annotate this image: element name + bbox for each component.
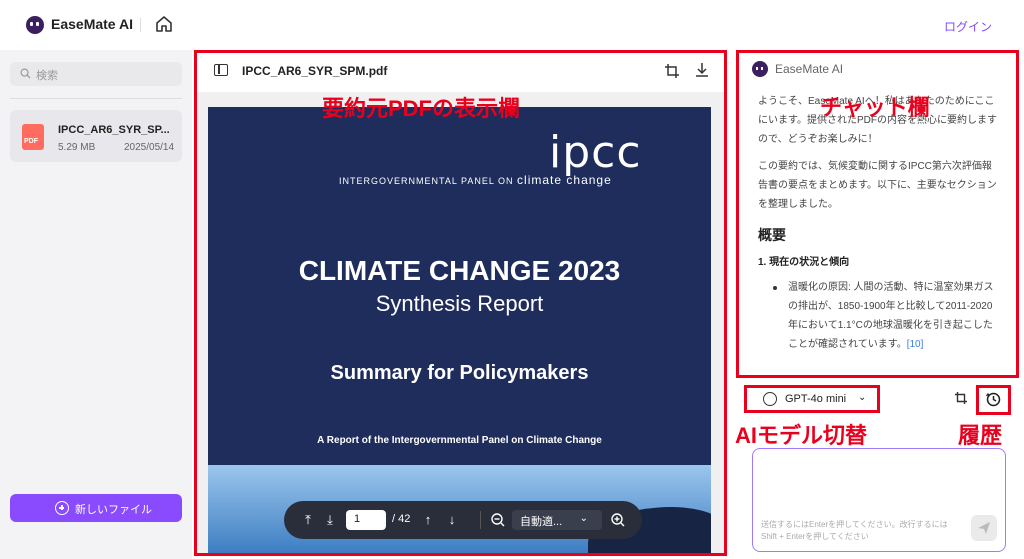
annotation-box-model bbox=[744, 385, 880, 413]
search-icon bbox=[20, 68, 31, 79]
app-name: EaseMate AI bbox=[51, 16, 133, 32]
annotation-box-chat bbox=[736, 50, 1019, 378]
new-file-button[interactable]: 新しいファイル bbox=[10, 494, 182, 522]
send-button[interactable] bbox=[971, 515, 997, 541]
top-bar: EaseMate AI ログイン bbox=[0, 0, 1024, 50]
home-icon[interactable] bbox=[154, 14, 174, 34]
sidebar: 検索 PDF IPCC_AR6_SYR_SP... 5.29 MB 2025/0… bbox=[0, 50, 192, 559]
annotation-box-history bbox=[976, 385, 1011, 415]
file-size: 5.29 MB bbox=[58, 142, 96, 153]
file-list-item[interactable]: PDF IPCC_AR6_SYR_SP... 5.29 MB 2025/05/1… bbox=[10, 110, 182, 162]
search-input[interactable]: 検索 bbox=[10, 62, 182, 86]
search-placeholder: 検索 bbox=[36, 70, 58, 82]
sidebar-divider bbox=[10, 98, 182, 99]
chat-message-input[interactable]: 送信するにはEnterを押してください。改行するにはShift + Enterを… bbox=[752, 448, 1006, 552]
pdf-file-icon: PDF bbox=[22, 124, 44, 150]
annotation-box-pdf bbox=[194, 50, 727, 556]
screenshot-crop-icon[interactable] bbox=[954, 391, 968, 405]
file-date: 2025/05/14 bbox=[124, 142, 175, 153]
login-link[interactable]: ログイン bbox=[944, 18, 992, 35]
new-file-label: 新しいファイル bbox=[75, 504, 152, 516]
annotation-model-switch: AIモデル切替 bbox=[735, 423, 868, 448]
plus-circle-icon bbox=[55, 501, 69, 515]
header-divider bbox=[140, 18, 141, 32]
pdf-icon-label: PDF bbox=[24, 138, 38, 145]
chat-input-placeholder: 送信するにはEnterを押してください。改行するにはShift + Enterを… bbox=[761, 520, 948, 541]
send-icon bbox=[978, 522, 990, 534]
app-logo-icon bbox=[26, 16, 44, 34]
annotation-history: 履歴 bbox=[958, 423, 1003, 448]
file-name: IPCC_AR6_SYR_SP... bbox=[58, 124, 170, 136]
